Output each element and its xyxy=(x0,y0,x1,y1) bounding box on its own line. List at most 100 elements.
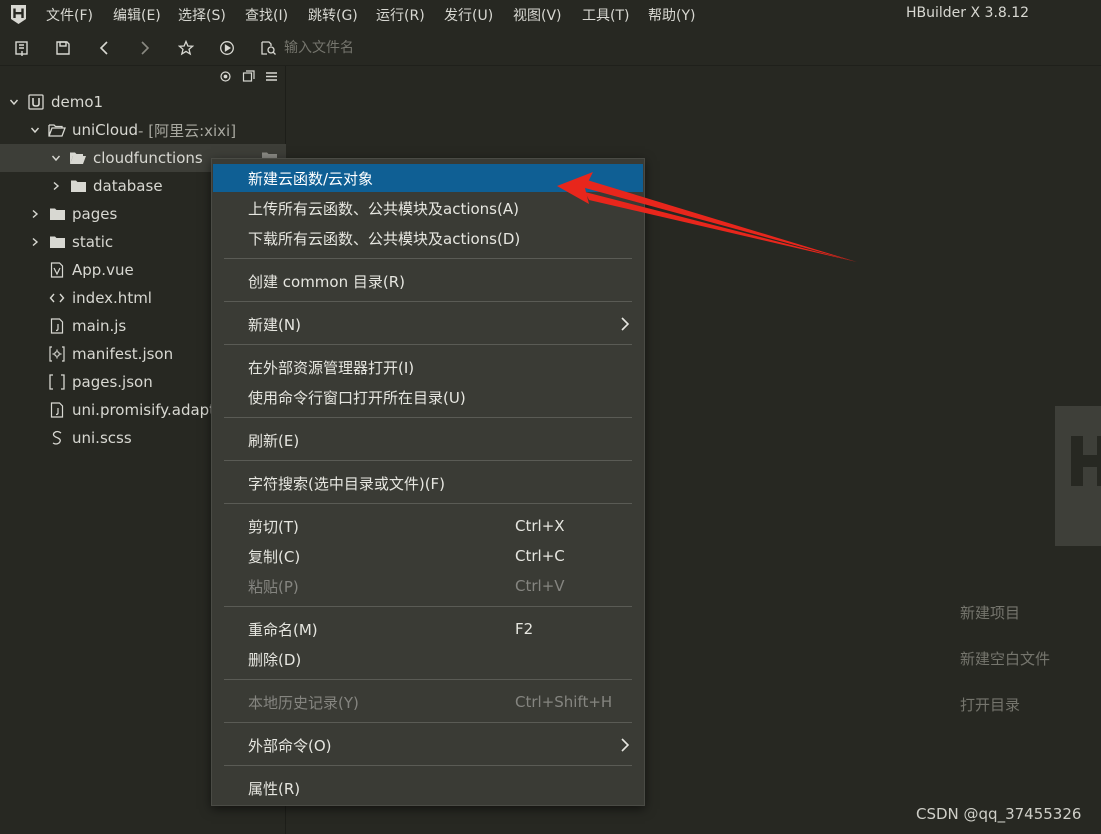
menu-item-new[interactable]: 新建(N) xyxy=(213,310,643,338)
menu-item-label: 新建云函数/云对象 xyxy=(248,169,374,188)
save-icon[interactable] xyxy=(53,38,73,58)
uni-app-project-icon xyxy=(27,93,45,111)
menu-find[interactable]: 查找(I) xyxy=(245,5,288,25)
menu-item-label: 复制(C) xyxy=(248,547,301,566)
menu-item-label: 本地历史记录(Y) xyxy=(248,693,359,712)
menu-item-label: 新建(N) xyxy=(248,315,301,334)
chevron-right-icon[interactable] xyxy=(49,179,63,193)
star-icon[interactable] xyxy=(176,38,196,58)
js-file-icon xyxy=(48,317,66,335)
tree-label: cloudfunctions xyxy=(93,149,203,167)
menu-item-delete[interactable]: 删除(D) xyxy=(213,645,643,673)
menu-help[interactable]: 帮助(Y) xyxy=(648,5,695,25)
folder-open-icon xyxy=(69,149,87,167)
collapse-icon[interactable] xyxy=(241,68,256,84)
explorer-toolbar xyxy=(218,68,279,86)
menu-goto[interactable]: 跳转(G) xyxy=(308,5,358,25)
tree-item-unicloud[interactable]: uniCloud - [阿里云:xixi] xyxy=(0,116,286,144)
new-blank-file-link[interactable]: 新建空白文件 xyxy=(960,648,1050,669)
tree-label: pages.json xyxy=(72,373,153,391)
html-file-icon xyxy=(48,289,66,307)
tree-label: main.js xyxy=(72,317,127,335)
menu-item-label: 重命名(M) xyxy=(248,620,318,639)
menu-item-refresh[interactable]: 刷新(E) xyxy=(213,426,643,454)
menu-publish[interactable]: 发行(U) xyxy=(444,5,493,25)
menu-item-create-common[interactable]: 创建 common 目录(R) xyxy=(213,267,643,295)
hbuilder-logo-icon xyxy=(9,4,27,24)
folder-open-icon xyxy=(48,121,66,139)
menu-item-shortcut: Ctrl+X xyxy=(515,517,565,535)
folder-icon xyxy=(69,177,87,195)
chevron-down-icon[interactable] xyxy=(49,151,63,165)
csdn-watermark: CSDN @qq_37455326 xyxy=(916,805,1082,823)
locate-icon[interactable] xyxy=(218,68,233,84)
folder-icon xyxy=(48,205,66,223)
menu-item-external-commands[interactable]: 外部命令(O) xyxy=(213,731,643,759)
menu-item-shortcut: Ctrl+V xyxy=(515,577,565,595)
back-icon[interactable] xyxy=(94,38,114,58)
menu-icon[interactable] xyxy=(264,68,279,84)
menu-item-label: 粘贴(P) xyxy=(248,577,299,596)
menu-item-label: 剪切(T) xyxy=(248,517,299,536)
menu-separator xyxy=(224,606,632,607)
menu-item-label: 创建 common 目录(R) xyxy=(248,272,405,291)
menu-select[interactable]: 选择(S) xyxy=(178,5,226,25)
menu-separator xyxy=(224,301,632,302)
menu-item-rename[interactable]: 重命名(M) F2 xyxy=(213,615,643,643)
menu-separator xyxy=(224,503,632,504)
menu-item-open-in-terminal[interactable]: 使用命令行窗口打开所在目录(U) xyxy=(213,383,643,411)
menu-item-paste[interactable]: 粘贴(P) Ctrl+V xyxy=(213,572,643,600)
run-icon[interactable] xyxy=(217,38,237,58)
app-title: HBuilder X 3.8.12 xyxy=(906,5,1030,21)
menu-item-local-history[interactable]: 本地历史记录(Y) Ctrl+Shift+H xyxy=(213,688,643,716)
menu-file[interactable]: 文件(F) xyxy=(46,5,93,25)
tree-label: uniCloud xyxy=(72,121,139,139)
annotation-arrow-icon xyxy=(557,172,857,262)
tree-label: demo1 xyxy=(51,93,104,111)
js-file-icon xyxy=(48,401,66,419)
menu-item-label: 使用命令行窗口打开所在目录(U) xyxy=(248,388,466,407)
vue-file-icon xyxy=(48,261,66,279)
menu-item-shortcut: F2 xyxy=(515,620,534,638)
menu-view[interactable]: 视图(V) xyxy=(513,5,562,25)
menu-item-label: 删除(D) xyxy=(248,650,302,669)
chevron-down-icon[interactable] xyxy=(7,95,21,109)
tree-label: uni.scss xyxy=(72,429,132,447)
forward-icon[interactable] xyxy=(135,38,155,58)
chevron-down-icon[interactable] xyxy=(28,123,42,137)
menu-item-cut[interactable]: 剪切(T) Ctrl+X xyxy=(213,512,643,540)
open-directory-link[interactable]: 打开目录 xyxy=(960,694,1020,715)
chevron-right-icon[interactable] xyxy=(28,235,42,249)
scss-file-icon xyxy=(48,429,66,447)
new-file-icon[interactable] xyxy=(12,38,32,58)
menu-item-text-search[interactable]: 字符搜索(选中目录或文件)(F) xyxy=(213,469,643,497)
menu-edit[interactable]: 编辑(E) xyxy=(113,5,161,25)
toolbar xyxy=(0,30,1101,66)
manifest-gear-icon xyxy=(48,345,66,363)
chevron-right-icon[interactable] xyxy=(28,207,42,221)
menu-item-label: 在外部资源管理器打开(I) xyxy=(248,358,415,377)
menu-item-copy[interactable]: 复制(C) Ctrl+C xyxy=(213,542,643,570)
json-file-icon xyxy=(48,373,66,391)
file-search-input[interactable] xyxy=(284,36,684,60)
menu-tools[interactable]: 工具(T) xyxy=(582,5,629,25)
menu-separator xyxy=(224,679,632,680)
menu-item-label: 外部命令(O) xyxy=(248,736,332,755)
file-search-icon xyxy=(258,38,278,58)
menu-separator xyxy=(224,417,632,418)
tree-label: static xyxy=(72,233,114,251)
submenu-arrow-icon xyxy=(620,316,634,332)
folder-icon xyxy=(48,233,66,251)
tree-label: pages xyxy=(72,205,118,223)
hbuilder-watermark-icon xyxy=(1055,406,1101,550)
submenu-arrow-icon xyxy=(620,737,634,753)
menu-item-label: 上传所有云函数、公共模块及actions(A) xyxy=(248,199,519,218)
menu-item-label: 下载所有云函数、公共模块及actions(D) xyxy=(248,229,521,248)
menu-item-properties[interactable]: 属性(R) xyxy=(213,774,643,802)
menu-item-open-in-explorer[interactable]: 在外部资源管理器打开(I) xyxy=(213,353,643,381)
new-project-link[interactable]: 新建项目 xyxy=(960,602,1020,623)
menu-run[interactable]: 运行(R) xyxy=(376,5,425,25)
tree-label: App.vue xyxy=(72,261,134,279)
tree-item-demo1[interactable]: demo1 xyxy=(0,88,286,116)
menubar: 文件(F) 编辑(E) 选择(S) 查找(I) 跳转(G) 运行(R) 发行(U… xyxy=(0,0,1101,30)
